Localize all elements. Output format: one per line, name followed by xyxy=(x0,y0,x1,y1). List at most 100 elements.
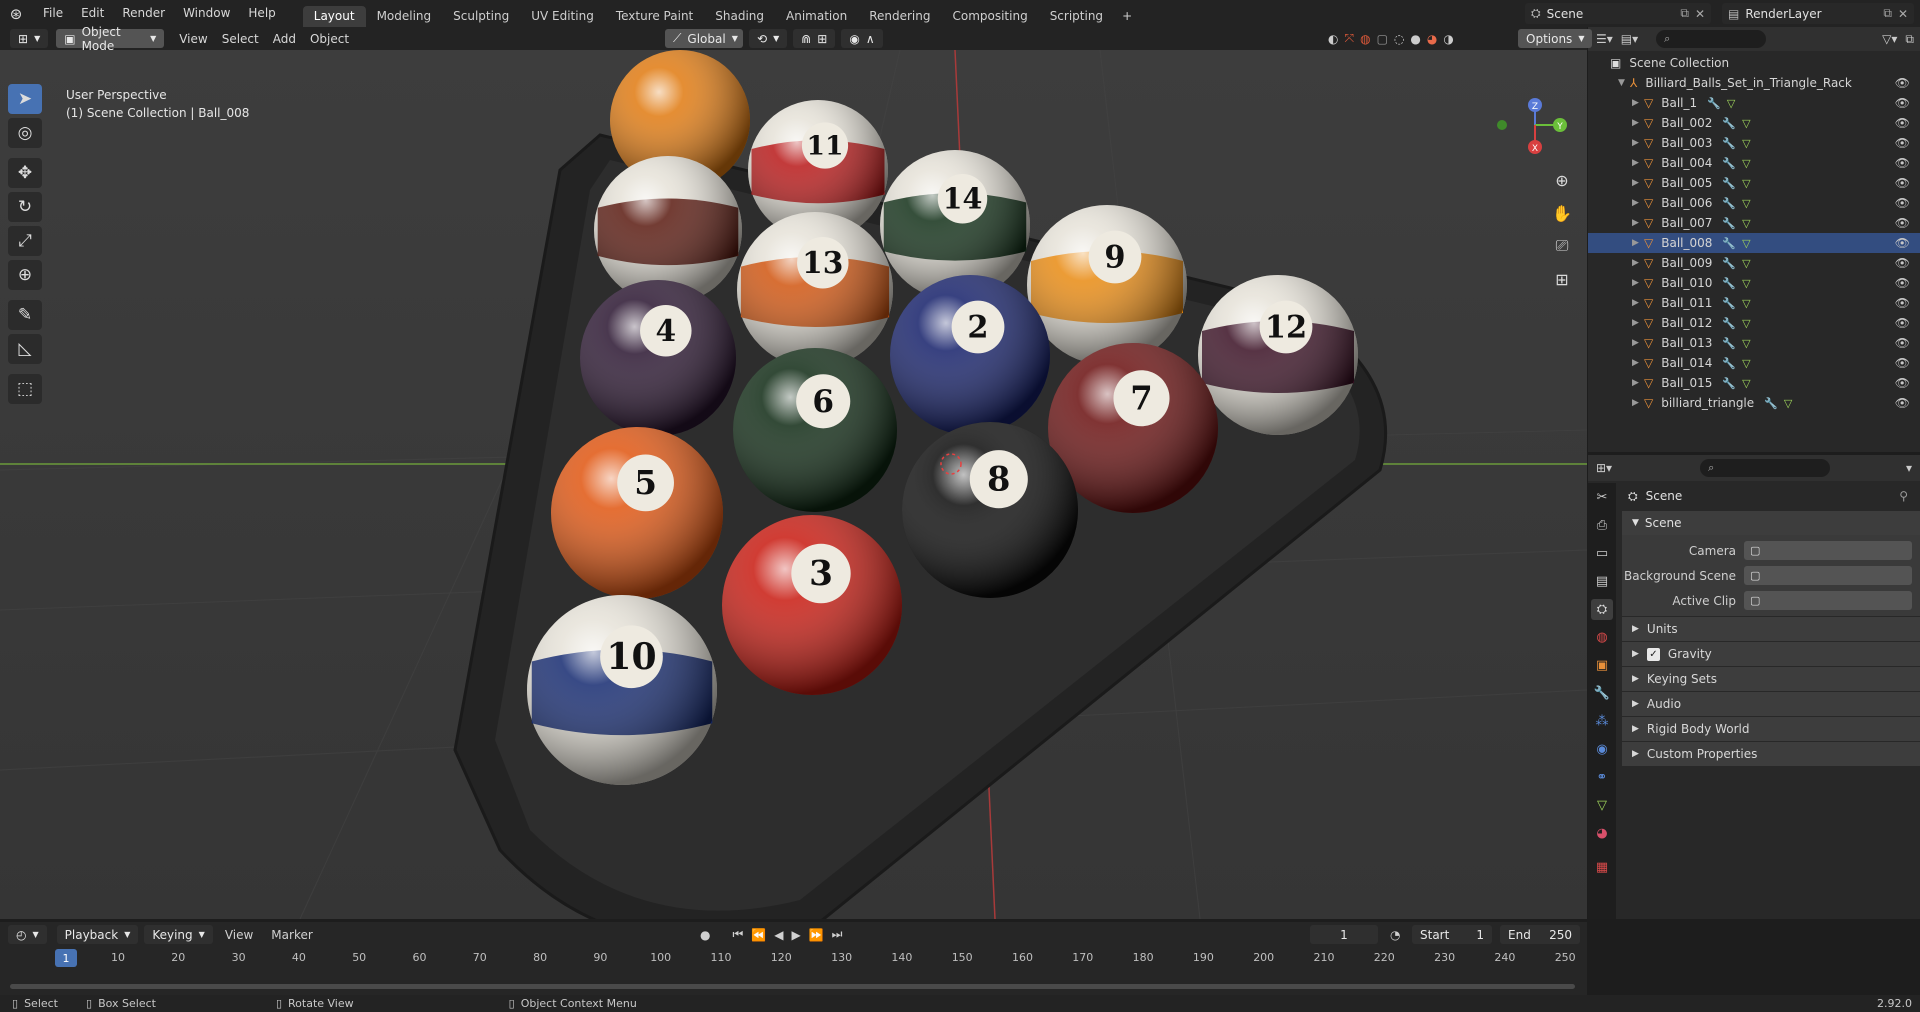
gizmo-icon[interactable]: ⤧ xyxy=(1344,31,1354,46)
play-icon[interactable]: ▶ xyxy=(791,928,800,942)
pivot-dropdown[interactable]: ⟲ ▼ xyxy=(749,29,788,48)
modifier-icon[interactable]: 🔧 xyxy=(1722,137,1736,150)
eye-icon[interactable]: 👁 xyxy=(1895,176,1910,190)
outliner-item[interactable]: ▶ ▽ Ball_004 🔧 ▽ 👁 xyxy=(1588,153,1920,173)
eye-icon[interactable]: 👁 xyxy=(1895,136,1910,150)
expand-triangle-icon[interactable]: ▶ xyxy=(1632,258,1644,268)
eye-icon[interactable]: 👁 xyxy=(1895,196,1910,210)
rendered-shading-icon[interactable]: ◑ xyxy=(1443,32,1453,46)
viewport-menu-view[interactable]: View xyxy=(172,32,214,46)
expand-triangle-icon[interactable]: ▶ xyxy=(1632,358,1644,368)
end-frame-field[interactable]: End 250 xyxy=(1500,925,1580,944)
billiard-ball[interactable]: 9 xyxy=(1027,205,1187,365)
modifier-icon[interactable]: 🔧 xyxy=(1722,257,1736,270)
menu-help[interactable]: Help xyxy=(239,0,284,27)
field-value-box[interactable]: ▢ xyxy=(1744,541,1912,560)
measure-tool[interactable]: ◺ xyxy=(8,334,42,364)
subpanel-units[interactable]: ▶ Units xyxy=(1622,617,1920,641)
eye-icon[interactable]: 👁 xyxy=(1895,296,1910,310)
billiard-ball[interactable]: 8 xyxy=(902,422,1078,598)
select-box-tool[interactable]: ➤ xyxy=(8,84,42,114)
expand-triangle-icon[interactable]: ▶ xyxy=(1632,378,1644,388)
expand-triangle-icon[interactable]: ▶ xyxy=(1632,398,1644,408)
expand-triangle-icon[interactable]: ▶ xyxy=(1632,178,1644,188)
outliner-item[interactable]: ▶ ▽ Ball_1 🔧 ▽ 👁 xyxy=(1588,93,1920,113)
constraints-tab-icon[interactable]: ⚭ xyxy=(1591,767,1613,788)
modifier-icon[interactable]: 🔧 xyxy=(1764,397,1778,410)
field-value-box[interactable]: ▢ xyxy=(1744,566,1912,585)
outliner-item[interactable]: ▶ ▽ billiard_triangle 🔧 ▽ 👁 xyxy=(1588,393,1920,413)
billiard-ball[interactable]: 10 xyxy=(527,595,717,785)
tab-scripting[interactable]: Scripting xyxy=(1039,6,1114,27)
expand-triangle-icon[interactable]: ▶ xyxy=(1632,338,1644,348)
scale-tool[interactable]: ⤢ xyxy=(8,226,42,256)
billiard-ball[interactable]: 12 xyxy=(1198,275,1358,435)
add-cube-tool[interactable]: ⬚ xyxy=(8,374,42,404)
3d-viewport[interactable]: 11 14 9 13 4 2 12 6 7 5 8 3 10 ➤ ◎ ✥ ↻ ⤢ ⊕ ✎ ◺ ⬚ Use… xyxy=(0,50,1587,919)
mesh-data-icon[interactable]: ▽ xyxy=(1742,297,1750,310)
world-tab-icon[interactable]: ◍ xyxy=(1591,627,1613,648)
tab-modeling[interactable]: Modeling xyxy=(366,6,443,27)
subpanel-rigid-body-world[interactable]: ▶ Rigid Body World xyxy=(1622,717,1920,741)
jump-end-icon[interactable]: ⏭ xyxy=(832,927,843,942)
record-icon[interactable]: ● xyxy=(700,928,710,942)
mesh-data-icon[interactable]: ▽ xyxy=(1784,397,1792,410)
blender-logo-icon[interactable]: ⊛ xyxy=(6,4,26,24)
modifier-icon[interactable]: 🔧 xyxy=(1707,97,1721,110)
rotate-tool[interactable]: ↻ xyxy=(8,192,42,222)
stopwatch-icon[interactable]: ◔ xyxy=(1390,928,1400,942)
delete-view-layer-icon[interactable]: ✕ xyxy=(1898,7,1908,21)
annotate-tool[interactable]: ✎ xyxy=(8,300,42,330)
mesh-data-icon[interactable]: ▽ xyxy=(1742,137,1750,150)
data-tab-icon[interactable]: ▽ xyxy=(1591,795,1613,816)
eye-icon[interactable]: 👁 xyxy=(1895,96,1910,110)
checkbox[interactable]: ✓ xyxy=(1646,647,1660,661)
mesh-data-icon[interactable]: ▽ xyxy=(1742,277,1750,290)
current-frame-marker[interactable]: 1 xyxy=(55,949,77,967)
mesh-data-icon[interactable]: ▽ xyxy=(1742,357,1750,370)
billiard-ball[interactable]: 6 xyxy=(733,348,897,512)
play-reverse-icon[interactable]: ◀ xyxy=(774,928,783,942)
outliner-item[interactable]: ▶ ▽ Ball_009 🔧 ▽ 👁 xyxy=(1588,253,1920,273)
expand-triangle-icon[interactable]: ▶ xyxy=(1632,138,1644,148)
modifier-icon[interactable]: 🔧 xyxy=(1722,377,1736,390)
billiard-ball[interactable]: 3 xyxy=(722,515,902,695)
eye-icon[interactable]: 👁 xyxy=(1895,156,1910,170)
menu-window[interactable]: Window xyxy=(174,0,239,27)
timeline-menu-marker[interactable]: Marker xyxy=(265,928,318,942)
modifier-icon[interactable]: 🔧 xyxy=(1722,157,1736,170)
outliner-editor-icon[interactable]: ☰▾ xyxy=(1596,32,1613,46)
start-frame-field[interactable]: Start 1 xyxy=(1412,925,1492,944)
transform-tool[interactable]: ⊕ xyxy=(8,260,42,290)
outliner-item[interactable]: ▶ ▽ Ball_007 🔧 ▽ 👁 xyxy=(1588,213,1920,233)
subpanel-gravity[interactable]: ▶ ✓ Gravity xyxy=(1622,642,1920,666)
outliner-item[interactable]: ▶ ▽ Ball_015 🔧 ▽ 👁 xyxy=(1588,373,1920,393)
mesh-data-icon[interactable]: ▽ xyxy=(1742,117,1750,130)
physics-tab-icon[interactable]: ◉ xyxy=(1591,739,1613,760)
navigation-gizmo[interactable]: Z Y X xyxy=(1480,95,1570,165)
mesh-data-icon[interactable]: ▽ xyxy=(1742,257,1750,270)
frame-ruler[interactable]: 1 10 20 30 40 50 60 70 80 90 100 110 120 130 140 150 16… xyxy=(8,947,1587,969)
current-frame-field[interactable]: 1 xyxy=(1310,925,1378,944)
editor-type-button[interactable]: ⊞ ▼ xyxy=(10,29,49,48)
visibility-icon[interactable]: ◐ xyxy=(1328,32,1338,46)
eye-icon[interactable]: 👁 xyxy=(1895,376,1910,390)
zoom-icon[interactable]: ⊕ xyxy=(1548,168,1576,192)
new-scene-icon[interactable]: ⧉ xyxy=(1680,6,1689,21)
pin-icon[interactable]: ⚲ xyxy=(1899,489,1908,503)
outliner-item[interactable]: ▶ ▽ Ball_013 🔧 ▽ 👁 xyxy=(1588,333,1920,353)
timeline-menu-keying[interactable]: Keying ▼ xyxy=(144,925,213,944)
scene-collection-row[interactable]: ▣ Scene Collection xyxy=(1588,53,1920,73)
timeline-scrollbar[interactable] xyxy=(10,984,1575,989)
mesh-data-icon[interactable]: ▽ xyxy=(1742,337,1750,350)
scene-selector[interactable]: ⛭ Scene ⧉ ✕ xyxy=(1525,3,1711,24)
outliner-item[interactable]: ▶ ▽ Ball_003 🔧 ▽ 👁 xyxy=(1588,133,1920,153)
modifier-icon[interactable]: 🔧 xyxy=(1722,337,1736,350)
modifier-icon[interactable]: 🔧 xyxy=(1722,177,1736,190)
orientation-dropdown[interactable]: ⟋ Global ▼ xyxy=(665,29,743,48)
new-collection-icon[interactable]: ⧉ xyxy=(1905,32,1914,47)
timeline-menu-view[interactable]: View xyxy=(219,928,259,942)
billiard-ball[interactable]: 4 xyxy=(580,280,736,436)
properties-search[interactable]: ⌕ xyxy=(1700,459,1831,477)
menu-edit[interactable]: Edit xyxy=(72,0,113,27)
